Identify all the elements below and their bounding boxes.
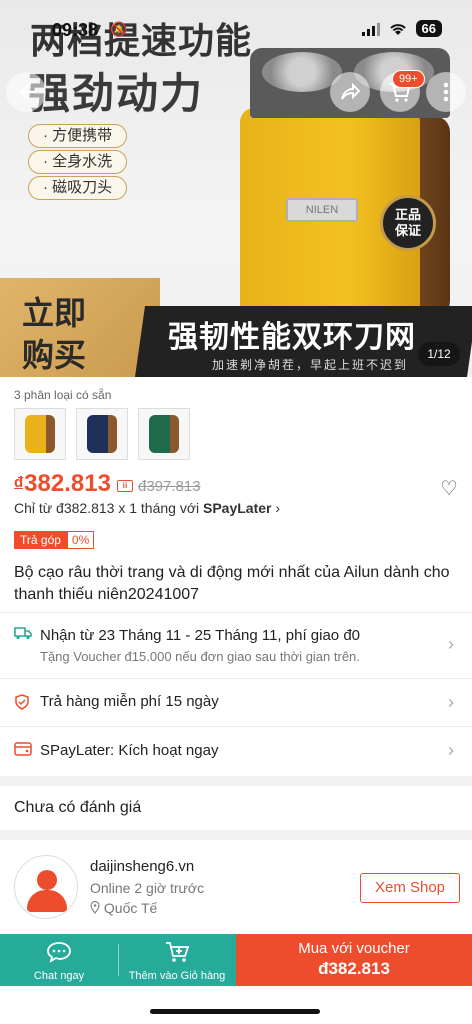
status-indicators: 66 (361, 20, 442, 37)
heart-icon[interactable]: ♡ (440, 476, 458, 501)
divider (0, 726, 472, 727)
location-pin-icon (90, 900, 100, 914)
shop-avatar[interactable] (14, 855, 78, 919)
chevron-right-icon: › (448, 740, 454, 760)
home-indicator (150, 1009, 320, 1014)
chat-now-button[interactable]: Chat ngay (0, 934, 118, 986)
shield-icon (14, 694, 30, 715)
more-vertical-icon (443, 82, 449, 102)
mute-icon: 🔕 (110, 21, 128, 37)
variant-navy[interactable] (76, 408, 128, 460)
variants-label: 3 phân loại có sẵn (14, 388, 112, 402)
brand-plate: NILEN (286, 198, 358, 222)
add-to-cart-button[interactable]: Thêm vào Giỏ hàng (118, 934, 236, 986)
shop-name[interactable]: daijinsheng6.vn (90, 858, 194, 875)
variant-yellow[interactable] (14, 408, 66, 460)
variant-thumbnail (25, 415, 55, 453)
back-button[interactable] (6, 72, 46, 112)
signal-icon (361, 22, 380, 36)
banner-main-text: 强韧性能双环刀网 (168, 320, 416, 355)
section-gap (0, 830, 472, 840)
arrow-left-icon (19, 84, 35, 100)
spaylater-offer[interactable]: Chỉ từ đ382.813 x 1 tháng với SPayLater … (14, 500, 280, 516)
shipping-subtext: Tặng Voucher đ15.000 nếu đơn giao sau th… (40, 649, 360, 664)
installment-badge: Trả góp 0% (14, 531, 95, 549)
shop-online-status: Online 2 giờ trước (90, 880, 205, 896)
chat-icon (0, 940, 118, 964)
battery-indicator: 66 (415, 20, 442, 37)
hero-feature-1: · 方便携带 (28, 124, 128, 148)
divider (0, 612, 472, 613)
product-image-carousel[interactable]: 两档提速功能 强劲动力 · 方便携带 · 全身水洗 · 磁吸刀头 NILEN 正… (0, 0, 472, 377)
banner-sub-text: 加速剃净胡茬，早起上班不迟到 (212, 358, 409, 372)
share-icon (341, 82, 361, 100)
more-button[interactable] (426, 72, 466, 112)
hero-feature-3: · 磁吸刀头 (28, 176, 128, 200)
cart-count-badge: 99+ (392, 70, 425, 88)
rating-status[interactable]: Chưa có đánh giá (14, 799, 141, 817)
original-price: đ397.813 (138, 478, 201, 495)
status-time: 09:38 (52, 20, 99, 40)
share-button[interactable] (330, 72, 370, 112)
returns-text: Trả hàng miễn phí 15 ngày (40, 693, 219, 710)
authentic-badge: 正品 保证 (380, 195, 436, 251)
wifi-icon (389, 23, 406, 35)
variant-green[interactable] (138, 408, 190, 460)
cart-plus-icon (118, 940, 236, 964)
hero-feature-2: · 全身水洗 (28, 150, 128, 174)
variant-thumbnail (149, 415, 179, 453)
buy-with-voucher-button[interactable]: Mua với voucher đ382.813 (236, 934, 472, 986)
product-title: Bộ cạo râu thời trang và di động mới nhấ… (14, 564, 450, 603)
wallet-icon (14, 742, 32, 761)
chevron-right-icon: › (448, 692, 454, 712)
image-counter: 1/12 (418, 342, 460, 366)
truck-icon (14, 626, 32, 645)
chevron-right-icon: › (448, 634, 454, 654)
variant-thumbnail (87, 415, 117, 453)
view-shop-button[interactable]: Xem Shop (360, 873, 460, 903)
hero-title-line2: 强劲动力 (28, 69, 205, 118)
current-price: đ382.813 (14, 470, 111, 497)
shipping-text: Nhận từ 23 Tháng 11 - 25 Tháng 11, phí g… (40, 627, 361, 644)
divider (0, 678, 472, 679)
spaylater-activate-text: SPayLater: Kích hoạt ngay (40, 742, 219, 759)
section-gap (0, 776, 472, 786)
price-flag-icon: ⅲ (117, 480, 133, 492)
shop-location: Quốc Tế (90, 900, 157, 916)
